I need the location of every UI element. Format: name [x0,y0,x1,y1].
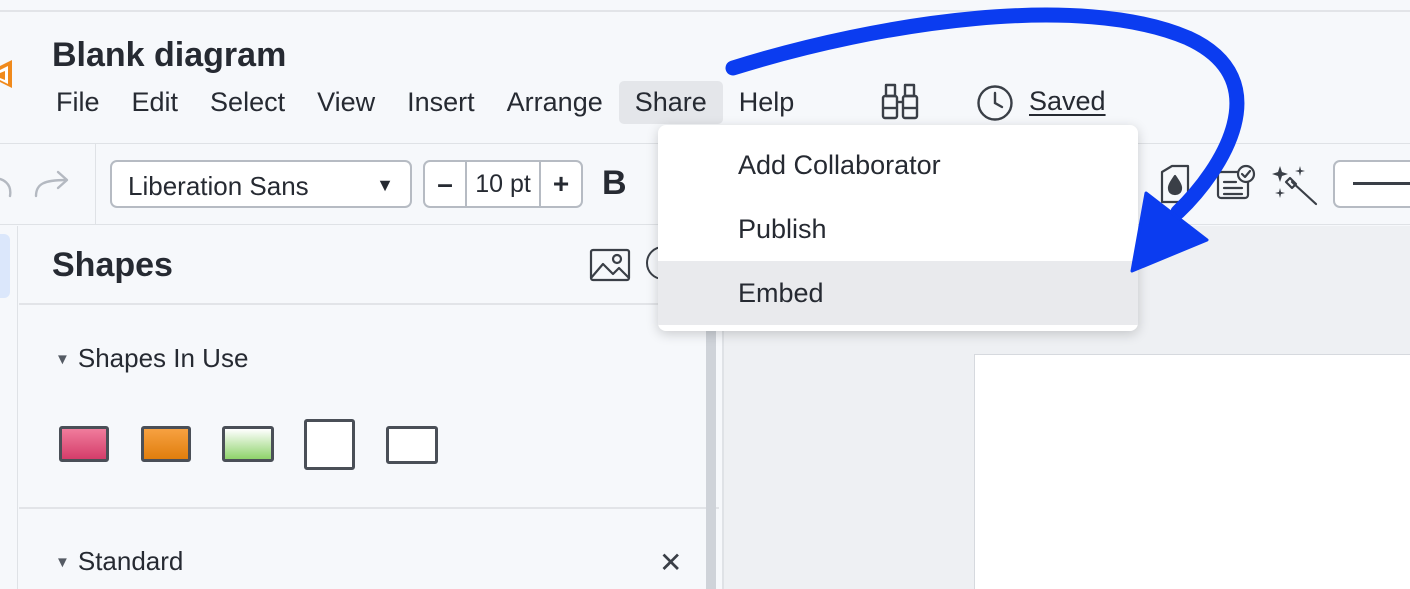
menu-item-publish[interactable]: Publish [658,197,1138,261]
caret-down-icon: ▼ [55,351,70,368]
menu-item-embed[interactable]: Embed [658,261,1138,325]
shape-swatch-green[interactable] [222,426,274,462]
menu-arrange[interactable]: Arrange [491,81,619,124]
section-shapes-in-use[interactable]: ▼ Shapes In Use [55,343,248,374]
font-family-value: Liberation Sans [128,171,309,201]
fill-color-icon[interactable] [1158,164,1192,204]
share-dropdown-menu: Add Collaborator Publish Embed [658,125,1138,331]
menu-help[interactable]: Help [723,81,811,124]
menu-bar: File Edit Select View Insert Arrange Sha… [40,78,810,126]
line-style-select[interactable] [1333,160,1410,208]
shape-swatch-rectangle[interactable] [386,426,438,464]
shape-swatch-pink[interactable] [59,426,109,462]
font-size-stepper: – 10 pt + [423,160,583,208]
caret-down-icon: ▼ [376,175,394,195]
menu-file[interactable]: File [40,81,116,124]
shape-swatch-orange[interactable] [141,426,191,462]
image-icon[interactable] [589,248,631,282]
toolbar-divider [95,144,96,224]
document-title[interactable]: Blank diagram [52,36,286,75]
magic-wand-icon[interactable] [1272,164,1320,208]
section-standard[interactable]: ▼ Standard [55,546,183,577]
format-check-icon[interactable] [1216,164,1258,202]
caret-down-icon: ▼ [55,554,70,571]
menu-share[interactable]: Share [618,80,723,124]
saved-status-link[interactable]: Saved [1029,86,1106,117]
app-logo-icon [0,60,12,88]
shape-swatch-square[interactable] [304,419,355,470]
increase-font-size-button[interactable]: + [541,162,581,206]
line-style-preview [1353,182,1410,185]
menu-item-add-collaborator[interactable]: Add Collaborator [658,133,1138,197]
font-family-select[interactable]: Liberation Sans ▼ [110,160,412,208]
bold-button[interactable]: B [602,164,627,203]
panel-scrollbar[interactable] [706,326,716,589]
menu-insert[interactable]: Insert [391,81,491,124]
binoculars-icon[interactable] [880,82,920,120]
menu-view[interactable]: View [301,81,391,124]
canvas-page[interactable] [974,354,1410,589]
clock-icon [977,85,1013,121]
shapes-panel-title: Shapes [52,246,173,284]
left-rail [0,226,18,589]
font-size-value[interactable]: 10 pt [465,162,541,206]
undo-icon[interactable] [0,170,14,200]
panel-divider [19,303,719,305]
section-title: Standard [77,546,184,576]
panel-divider [19,507,719,509]
menu-select[interactable]: Select [194,81,301,124]
shapes-panel: Shapes ▼ Shapes In Use ▼ Standard ✕ [19,226,719,589]
decrease-font-size-button[interactable]: – [425,162,465,206]
menu-edit[interactable]: Edit [116,81,195,124]
redo-icon[interactable] [32,168,72,200]
section-title: Shapes In Use [77,343,249,373]
rail-tab-shapes[interactable] [0,234,10,298]
close-icon[interactable]: ✕ [659,546,682,579]
